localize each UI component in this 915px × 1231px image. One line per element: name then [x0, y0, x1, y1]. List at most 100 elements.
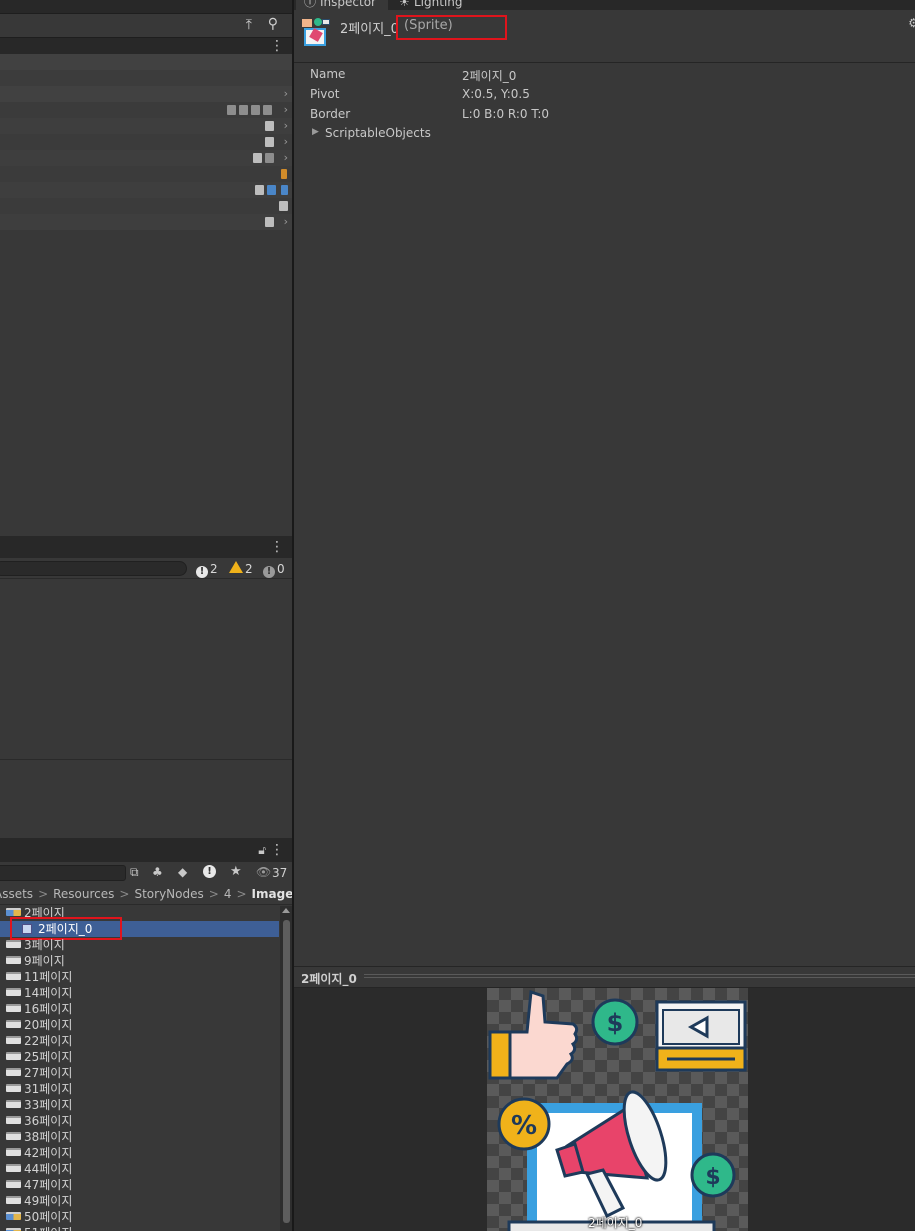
image-icon: [263, 105, 272, 115]
hierarchy-row[interactable]: [0, 166, 292, 182]
more-options-icon[interactable]: ⋮: [270, 39, 284, 53]
chevron-right-icon[interactable]: ›: [284, 119, 288, 132]
texture-icon: [6, 940, 21, 948]
list-item[interactable]: 33페이지: [0, 1097, 72, 1113]
list-item-label: 9페이지: [24, 954, 65, 968]
search-icon[interactable]: ⚲: [268, 16, 278, 32]
texture-icon: [6, 1212, 21, 1220]
visibility-icon[interactable]: 👁︎: [256, 865, 271, 879]
label-icon[interactable]: ◆: [178, 865, 187, 879]
hierarchy-row[interactable]: ›: [0, 118, 292, 134]
list-item[interactable]: 42페이지: [0, 1145, 72, 1161]
list-item-label: 25페이지: [24, 1050, 73, 1064]
more-options-icon[interactable]: ⋮: [270, 843, 284, 857]
warning-count[interactable]: 2: [229, 561, 253, 577]
texture-icon: [6, 1100, 21, 1108]
tab-lighting[interactable]: Lighting: [414, 0, 463, 12]
hierarchy-top-strip: [0, 0, 292, 14]
list-item[interactable]: 47페이지: [0, 1177, 72, 1193]
list-item[interactable]: 51페이지: [0, 1225, 72, 1231]
list-item[interactable]: 36페이지: [0, 1113, 72, 1129]
texture-icon: [6, 1020, 21, 1028]
audio-icon: [281, 185, 288, 195]
list-item[interactable]: 25페이지: [0, 1049, 72, 1065]
prop-label-name: Name: [310, 67, 346, 81]
chevron-right-icon[interactable]: ›: [284, 103, 288, 116]
scriptable-objects-foldout[interactable]: ScriptableObjects: [325, 126, 431, 140]
lighting-tab-icon: ☀: [399, 0, 410, 9]
list-item[interactable]: 31페이지: [0, 1081, 72, 1097]
prop-value-pivot: X:0.5, Y:0.5: [462, 87, 530, 101]
breadcrumb-images[interactable]: Images: [252, 887, 292, 901]
preview-title: 2페이지_0: [301, 972, 357, 986]
chevron-right-icon[interactable]: ›: [284, 215, 288, 228]
breadcrumb-assets[interactable]: Assets: [0, 887, 33, 901]
search-by-type-icon[interactable]: ⧉: [130, 865, 139, 880]
filter-type-icon[interactable]: ♣: [152, 865, 163, 879]
scrollbar-thumb[interactable]: [283, 920, 290, 1223]
texture-icon: [6, 1180, 21, 1188]
breadcrumb-resources[interactable]: Resources: [53, 887, 114, 901]
upload-icon[interactable]: ⤒: [246, 17, 252, 33]
preview-header[interactable]: 2페이지_0: [294, 966, 915, 988]
hierarchy-row[interactable]: [0, 182, 292, 198]
list-item[interactable]: 3페이지: [0, 937, 65, 953]
chevron-right-icon[interactable]: ›: [284, 87, 288, 100]
list-item[interactable]: 50페이지: [0, 1209, 72, 1225]
alert-icon[interactable]: !: [203, 865, 216, 878]
hierarchy-row[interactable]: ›: [0, 134, 292, 150]
lock-icon[interactable]: 🔓︎: [258, 843, 266, 858]
info-count[interactable]: ! 0: [263, 561, 285, 578]
prop-label-border: Border: [310, 107, 351, 121]
hierarchy-row[interactable]: ›: [0, 102, 292, 118]
list-item[interactable]: 11페이지: [0, 969, 72, 985]
breadcrumb-storynodes[interactable]: StoryNodes: [134, 887, 203, 901]
inspector-tab-icon: ⓘ: [304, 0, 317, 9]
hierarchy-row[interactable]: [0, 198, 292, 214]
grid-icon: [227, 105, 236, 115]
warning-icon: [229, 561, 243, 573]
console-search-input[interactable]: [0, 561, 187, 576]
list-item[interactable]: 16페이지: [0, 1001, 72, 1017]
list-item[interactable]: 20페이지: [0, 1017, 72, 1033]
list-item[interactable]: 27페이지: [0, 1065, 72, 1081]
hierarchy-row[interactable]: ›: [0, 86, 292, 102]
script-icon: [265, 137, 274, 147]
hierarchy-row[interactable]: [0, 70, 292, 86]
chevron-right-icon[interactable]: ›: [284, 135, 288, 148]
list-item[interactable]: 9페이지: [0, 953, 65, 969]
list-item-label: 27페이지: [24, 1066, 73, 1080]
prop-value-name: 2페이지_0: [462, 69, 517, 83]
console-detail-area: [0, 759, 292, 837]
scroll-up-arrow-icon[interactable]: [282, 908, 290, 913]
project-search-input[interactable]: [0, 865, 126, 881]
texture-icon: [6, 1132, 21, 1140]
list-item[interactable]: 14페이지: [0, 985, 72, 1001]
svg-text:$: $: [705, 1165, 720, 1190]
tab-inspector-label[interactable]: Inspector: [320, 0, 376, 12]
hierarchy-row[interactable]: ›: [0, 150, 292, 166]
list-item[interactable]: 49페이지: [0, 1193, 72, 1209]
audio-icon: [281, 169, 287, 179]
texture-icon: [6, 988, 21, 996]
texture-icon: [6, 1116, 21, 1124]
settings-icon[interactable]: ⚙: [908, 16, 915, 30]
list-item[interactable]: 38페이지: [0, 1129, 72, 1145]
list-item[interactable]: 22페이지: [0, 1033, 72, 1049]
script-icon: [279, 201, 288, 211]
list-item-label: 50페이지: [24, 1210, 73, 1224]
script-icon: [265, 217, 274, 227]
error-count[interactable]: ! 2: [196, 561, 218, 578]
list-item-label: 20페이지: [24, 1018, 73, 1032]
annotation-highlight-box: [396, 15, 507, 40]
project-scrollbar[interactable]: [280, 906, 292, 1231]
list-item[interactable]: 44페이지: [0, 1161, 72, 1177]
foldout-arrow-icon[interactable]: ▶: [312, 127, 319, 137]
hierarchy-row[interactable]: [0, 54, 292, 70]
chevron-right-icon[interactable]: ›: [284, 151, 288, 164]
texture-icon: [6, 1148, 21, 1156]
inspector-panel: ⓘ Inspector ☀ Lighting 2페이지_0 (Sprite) ⚙…: [294, 0, 915, 1231]
hierarchy-row[interactable]: ›: [0, 214, 292, 230]
favorite-star-icon[interactable]: ★: [230, 864, 242, 879]
more-options-icon[interactable]: ⋮: [270, 540, 284, 554]
